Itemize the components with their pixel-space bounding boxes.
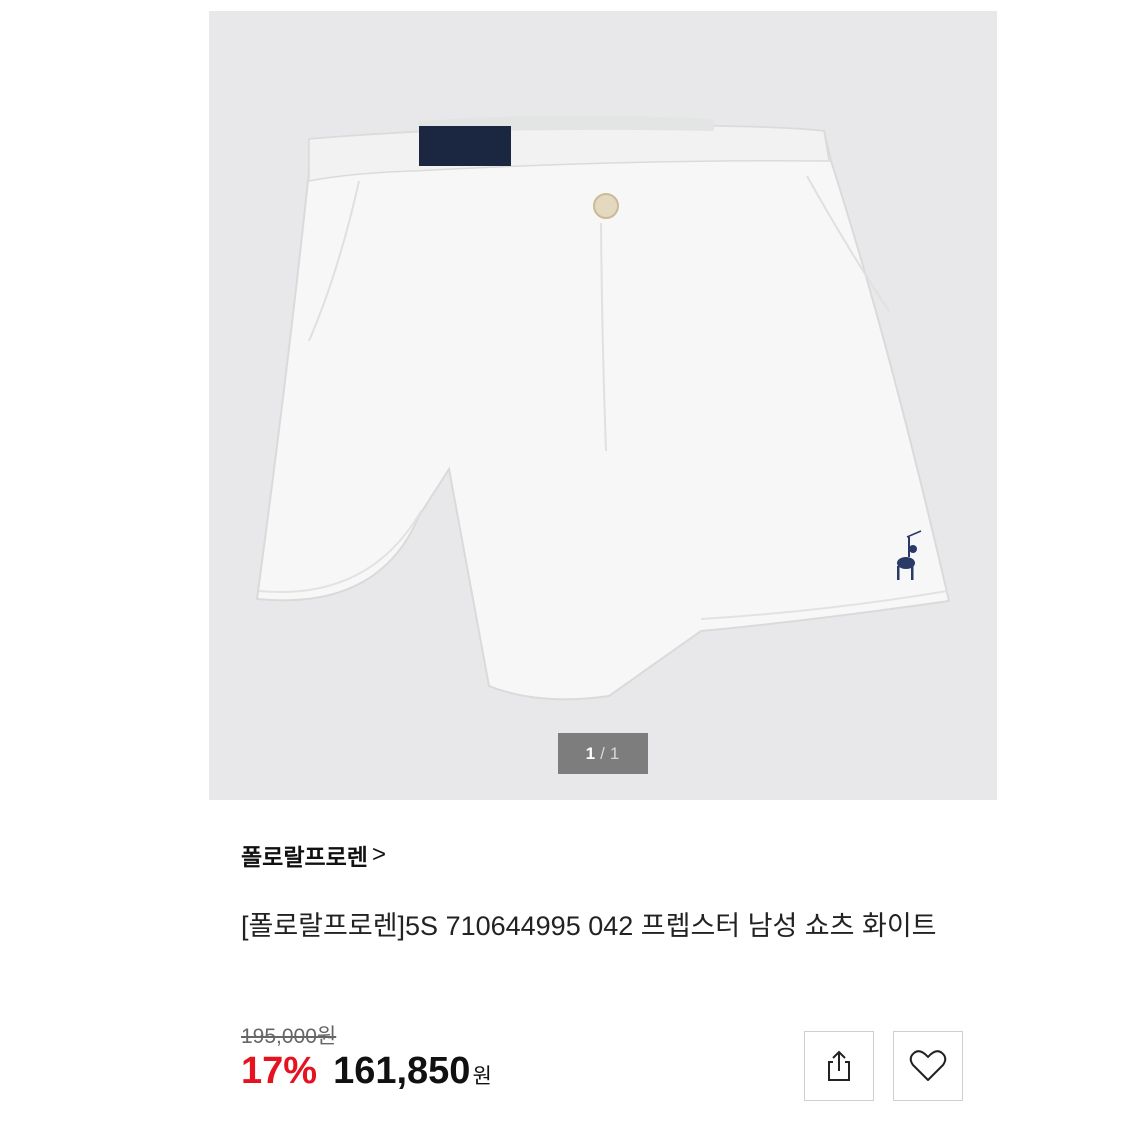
currency-unit: 원 — [472, 1065, 492, 1088]
page-separator: / — [600, 743, 606, 763]
current-page: 1 — [585, 743, 597, 763]
original-price: 195,000원 — [241, 1025, 337, 1048]
share-button[interactable] — [804, 1031, 874, 1101]
inner-tag — [419, 126, 511, 166]
heart-icon — [909, 1050, 947, 1081]
product-image-gallery[interactable]: 1 / 1 — [209, 11, 997, 800]
price-row: 17% 161,850 원 — [241, 1050, 492, 1093]
discount-rate: 17% — [241, 1050, 318, 1092]
brand-name: 폴로랄프로렌 — [241, 844, 368, 870]
wishlist-button[interactable] — [893, 1031, 963, 1101]
product-image — [255, 115, 951, 701]
total-pages: 1 — [609, 743, 621, 763]
chevron-right-icon: > — [371, 841, 386, 868]
brand-link[interactable]: 폴로랄프로렌 > — [241, 838, 386, 872]
product-title: [폴로랄프로렌]5S 710644995 042 프렙스터 남성 쇼츠 화이트 — [241, 911, 937, 941]
share-icon — [828, 1050, 850, 1081]
sale-price: 161,850 — [333, 1050, 471, 1092]
image-page-indicator: 1 / 1 — [558, 733, 648, 774]
